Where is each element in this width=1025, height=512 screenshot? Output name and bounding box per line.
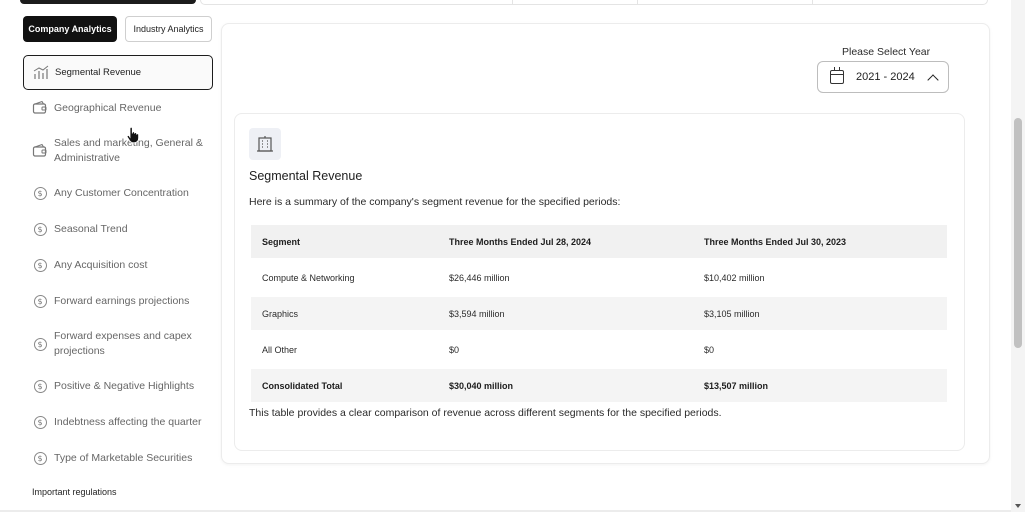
scrollbar-thumb[interactable] [1014, 118, 1022, 348]
dollar-icon: $ [32, 293, 48, 309]
sidebar-item-customer-concentration[interactable]: $ Any Customer Concentration [23, 184, 213, 202]
segment-revenue-table: Segment Three Months Ended Jul 28, 2024 … [251, 222, 947, 405]
table-cell: $3,594 million [438, 297, 693, 330]
company-analytics-tab[interactable]: Company Analytics [23, 16, 117, 42]
sidebar: Company Analytics Industry Analytics Seg… [0, 0, 220, 512]
sidebar-item-label: Type of Marketable Securities [54, 451, 193, 464]
hand-cursor-icon [126, 126, 139, 144]
dollar-icon: $ [32, 257, 48, 273]
calendar-icon [830, 67, 844, 84]
sidebar-item-sga[interactable]: Sales and marketing, General & Administr… [23, 135, 213, 167]
table-header: Three Months Ended Jul 28, 2024 [438, 225, 693, 258]
table-cell: $0 [449, 344, 460, 355]
sidebar-item-segmental-revenue[interactable]: Segmental Revenue [23, 55, 213, 90]
table-row: Compute & Networking $26,446 million $10… [251, 261, 947, 294]
sidebar-item-label: Geographical Revenue [54, 101, 162, 114]
sidebar-item-acquisition-cost[interactable]: $ Any Acquisition cost [23, 256, 213, 274]
table-cell: $13,507 million [693, 369, 947, 402]
table-cell: $30,040 million [438, 369, 693, 402]
dollar-icon: $ [32, 414, 48, 430]
segment-chart-icon [33, 65, 49, 81]
table-total-row: Consolidated Total $30,040 million $13,5… [251, 369, 947, 402]
top-tab-bar [200, 0, 988, 5]
sidebar-item-label: Forward expenses and capex projections [54, 330, 192, 357]
year-select[interactable]: 2021 - 2024 [817, 61, 949, 93]
table-header-row: Segment Three Months Ended Jul 28, 2024 … [251, 225, 947, 258]
building-icon [249, 128, 281, 160]
dollar-icon: $ [32, 450, 48, 466]
industry-analytics-tab[interactable]: Industry Analytics [125, 16, 212, 42]
table-cell: Consolidated Total [251, 369, 438, 402]
sidebar-item-label: Segmental Revenue [55, 67, 142, 78]
sidebar-item-forward-expenses[interactable]: $ Forward expenses and capex projections [23, 328, 213, 360]
year-select-value: 2021 - 2024 [856, 71, 915, 83]
table-cell: All Other [262, 344, 298, 355]
sidebar-item-marketable-securities[interactable]: $ Type of Marketable Securities [23, 449, 213, 467]
table-cell: $26,446 million [449, 272, 510, 283]
table-header: Segment [251, 225, 438, 258]
sidebar-item-label: Positive & Negative Highlights [54, 379, 195, 392]
sidebar-item-geographical-revenue[interactable]: Geographical Revenue [23, 99, 213, 117]
sidebar-item-label: Indebtness affecting the quarter [54, 415, 202, 428]
top-tab-divider [512, 0, 513, 4]
sidebar-item-highlights[interactable]: $ Positive & Negative Highlights [23, 377, 213, 395]
sidebar-item-indebtness[interactable]: $ Indebtness affecting the quarter [23, 413, 213, 431]
scroll-down-arrow-icon[interactable] [1015, 504, 1021, 508]
table-cell: Compute & Networking [262, 272, 355, 283]
dollar-icon: $ [32, 221, 48, 237]
section-summary: Here is a summary of the company's segme… [249, 196, 621, 208]
table-row: Graphics $3,594 million $3,105 million [251, 297, 947, 330]
dollar-icon: $ [32, 336, 48, 352]
important-regulations-link[interactable]: Important regulations [32, 487, 117, 497]
wallet-icon [32, 100, 48, 116]
top-tab-divider [812, 0, 813, 4]
section-title: Segmental Revenue [249, 169, 363, 183]
sidebar-item-label: Forward earnings projections [54, 294, 190, 307]
sidebar-item-forward-earnings[interactable]: $ Forward earnings projections [23, 292, 213, 310]
year-select-label: Please Select Year [842, 46, 931, 58]
table-cell: $3,105 million [693, 297, 947, 330]
table-cell: $10,402 million [704, 272, 765, 283]
table-row: All Other $0 $0 [251, 333, 947, 366]
dollar-icon: $ [32, 185, 48, 201]
table-cell: Graphics [251, 297, 438, 330]
top-tab-divider [637, 0, 638, 4]
table-cell: $0 [704, 344, 715, 355]
wallet-icon [32, 143, 48, 159]
table-header: Three Months Ended Jul 30, 2023 [693, 225, 947, 258]
sidebar-item-seasonal-trend[interactable]: $ Seasonal Trend [23, 220, 213, 238]
chevron-up-icon [927, 73, 939, 86]
dollar-icon: $ [32, 378, 48, 394]
section-footnote: This table provides a clear comparison o… [249, 407, 722, 419]
sidebar-item-label: Seasonal Trend [54, 222, 128, 235]
sidebar-item-label: Any Acquisition cost [54, 258, 148, 271]
sidebar-item-label: Any Customer Concentration [54, 186, 189, 199]
vertical-scrollbar[interactable] [1011, 0, 1025, 512]
